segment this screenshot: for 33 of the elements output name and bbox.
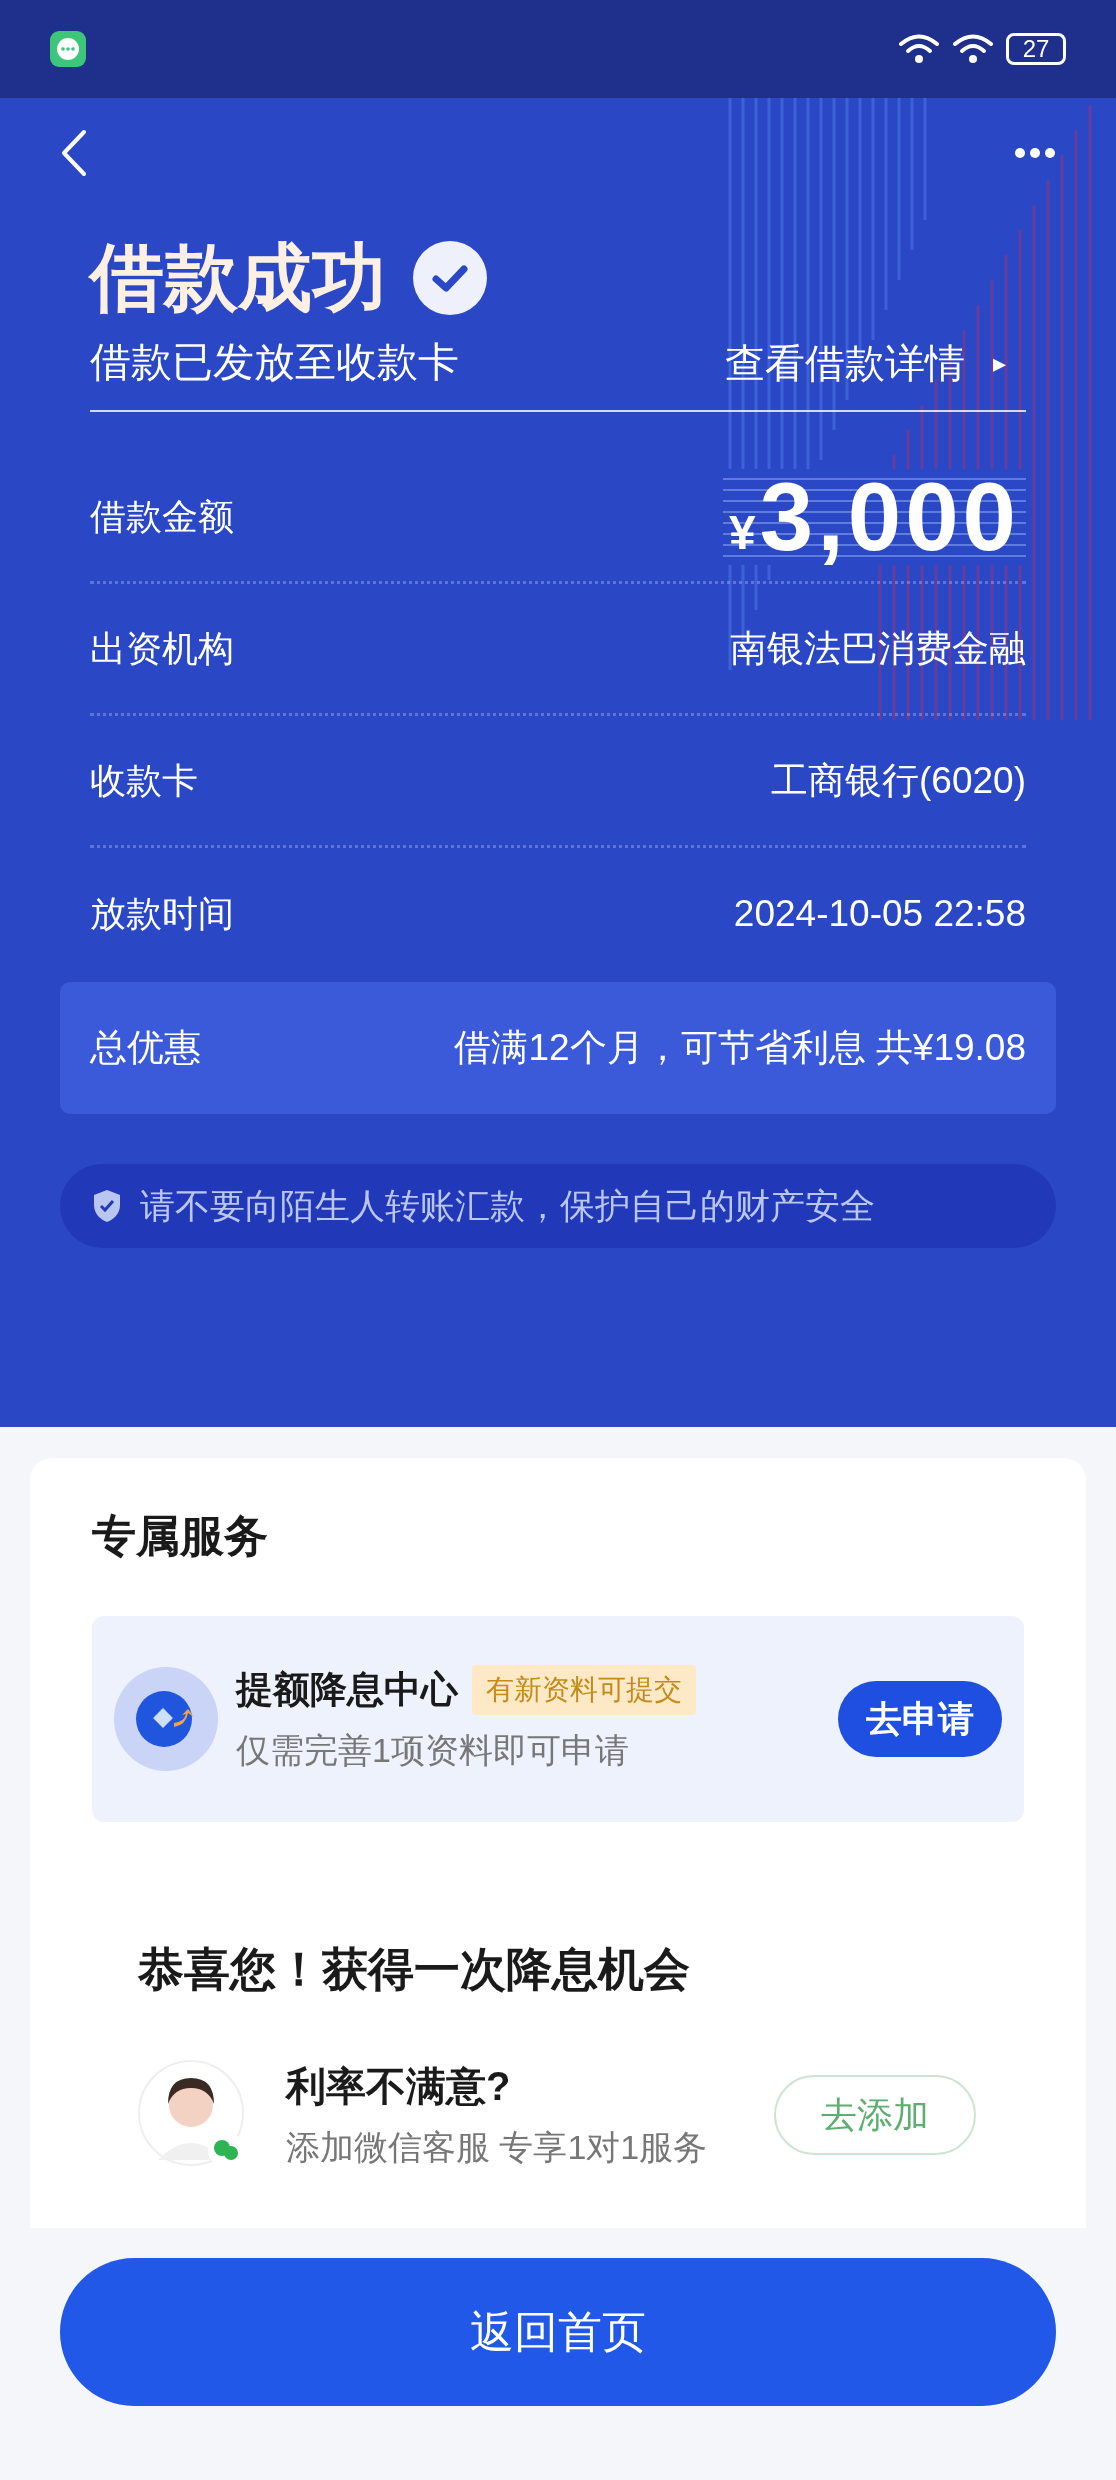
service-subtitle: 仅需完善1项资料即可申请 <box>236 1730 630 1772</box>
check-icon <box>412 240 488 316</box>
loan-details-link[interactable]: 查看借款详情 ▸ <box>725 333 1006 393</box>
shield-icon <box>92 1189 122 1223</box>
service-item[interactable]: 提额降息中心 有新资料可提交 仅需完善1项资料即可申请 去申请 <box>92 1616 1024 1822</box>
loan-amount: ¥3,000 <box>723 468 1026 565</box>
service-icon <box>114 1667 218 1771</box>
wifi-icon <box>898 33 940 65</box>
detail-value: 2024-10-05 22:58 <box>733 892 1026 937</box>
promo-heading: 恭喜您！获得一次降息机会 <box>138 1946 691 1992</box>
section-title: 专属服务 <box>92 1514 269 1558</box>
safety-notice: 请不要向陌生人转账汇款，保护自己的财产安全 <box>140 1184 875 1227</box>
success-title: 借款成功 <box>90 241 386 315</box>
back-icon[interactable] <box>60 129 88 177</box>
wifi-icon <box>952 33 994 65</box>
detail-label: 出资机构 <box>90 626 234 671</box>
discount-value: 借满12个月，可节省利息 共¥19.08 <box>454 1026 1026 1071</box>
battery-indicator: 27 <box>1006 33 1066 65</box>
detail-value: 工商银行(6020) <box>771 758 1026 803</box>
discount-label: 总优惠 <box>90 1026 201 1071</box>
status-tag: 有新资料可提交 <box>472 1664 696 1715</box>
detail-label: 放款时间 <box>90 892 234 936</box>
subtitle: 借款已发放至收款卡 <box>90 338 459 388</box>
message-app-icon <box>50 31 86 67</box>
more-icon[interactable] <box>1014 147 1056 159</box>
detail-label: 收款卡 <box>90 758 198 803</box>
promo-subtitle: 添加微信客服 专享1对1服务 <box>286 2127 709 2168</box>
home-button[interactable]: 返回首页 <box>60 2258 1056 2406</box>
detail-value: 南银法巴消费金融 <box>730 626 1026 671</box>
promo-title: 利率不满意? <box>286 2063 512 2110</box>
apply-button[interactable]: 去申请 <box>838 1681 1002 1757</box>
detail-label: 借款金额 <box>90 494 234 539</box>
service-title: 提额降息中心 <box>236 1667 458 1712</box>
